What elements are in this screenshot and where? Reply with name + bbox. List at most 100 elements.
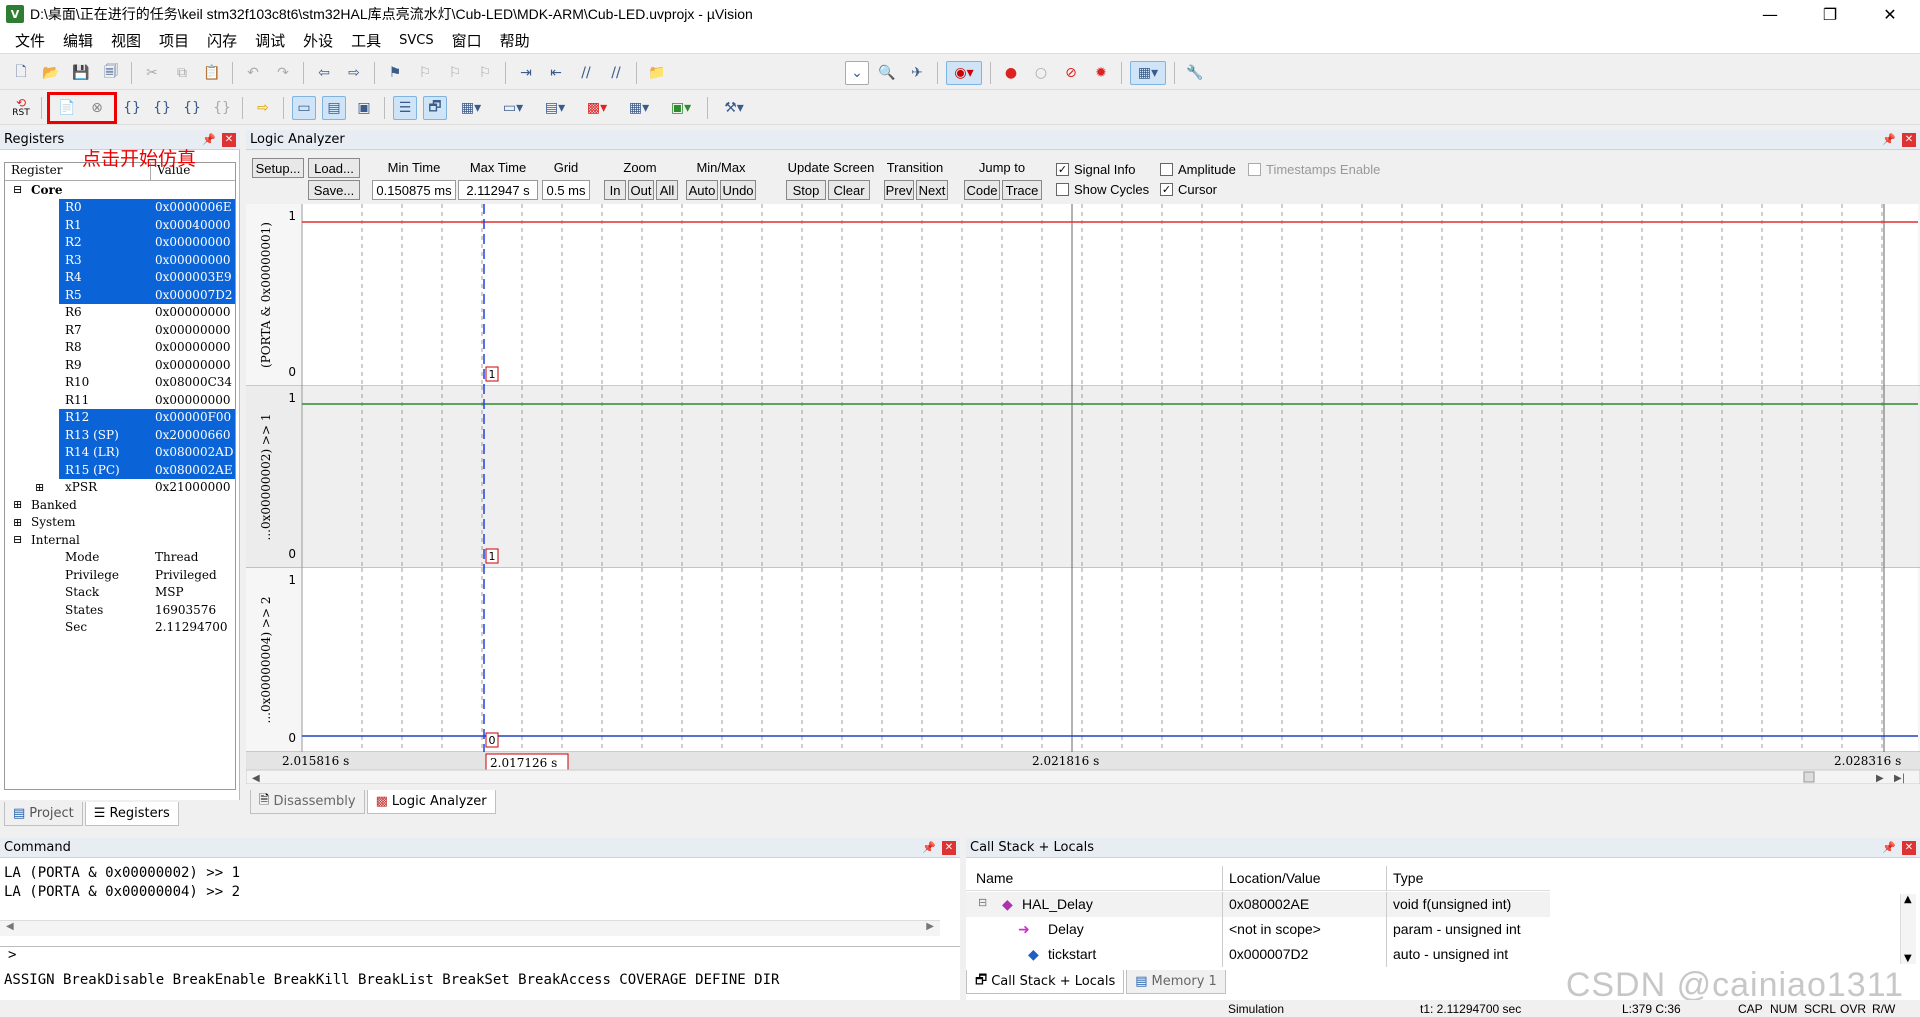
- nav-forward-icon[interactable]: ⇨: [342, 61, 366, 85]
- redo-icon[interactable]: ↷: [271, 61, 295, 85]
- tab-logic-analyzer[interactable]: ▩ Logic Analyzer: [366, 790, 496, 814]
- signal-info-checkbox[interactable]: ✓ Signal Info: [1056, 162, 1135, 177]
- save-icon[interactable]: 💾: [69, 61, 93, 85]
- cut-icon[interactable]: ✂: [140, 61, 164, 85]
- call-stack-scrollbar[interactable]: ▲ ▼: [1900, 894, 1916, 964]
- register-row[interactable]: R13 (SP) 0x20000660: [5, 426, 235, 444]
- register-row[interactable]: R12 0x00000F00: [5, 408, 235, 426]
- zoom-all-button[interactable]: All: [656, 180, 678, 200]
- system-viewer-icon[interactable]: ▣▾: [663, 96, 699, 120]
- watch-window-icon[interactable]: ▦▾: [453, 96, 489, 120]
- find-icon[interactable]: 🔍: [875, 61, 899, 85]
- memory-window-icon[interactable]: ▭▾: [495, 96, 531, 120]
- table-row[interactable]: ◆ tickstart 0x000007D2 auto - unsigned i…: [966, 942, 1550, 967]
- symbols-window-icon[interactable]: ▣: [352, 96, 376, 120]
- transition-next-button[interactable]: Next: [916, 180, 948, 200]
- disable-all-breakpoints-icon[interactable]: ⊘: [1059, 61, 1083, 85]
- disable-breakpoint-icon[interactable]: ○: [1029, 61, 1053, 85]
- command-input[interactable]: >: [0, 946, 960, 966]
- show-next-statement-icon[interactable]: ⇨: [251, 96, 275, 120]
- register-row[interactable]: R3 0x00000000: [5, 251, 235, 269]
- pin-icon[interactable]: 📌: [922, 841, 936, 854]
- update-stop-button[interactable]: Stop: [786, 180, 826, 200]
- bookmark-next-icon[interactable]: ⚐: [443, 61, 467, 85]
- bookmark-icon[interactable]: ⚑: [383, 61, 407, 85]
- register-row[interactable]: R11 0x00000000: [5, 391, 235, 409]
- name-column-header[interactable]: Name: [976, 870, 1013, 886]
- indent-icon[interactable]: ⇥: [514, 61, 538, 85]
- comment-icon[interactable]: //: [574, 61, 598, 85]
- menu-svcs[interactable]: SVCS: [390, 33, 442, 48]
- register-row[interactable]: R5 0x000007D2: [5, 286, 235, 304]
- nav-back-icon[interactable]: ⇦: [312, 61, 336, 85]
- menu-flash[interactable]: 闪存: [198, 30, 246, 51]
- location-column-header[interactable]: Location/Value: [1222, 866, 1321, 891]
- menu-tools[interactable]: 工具: [342, 30, 390, 51]
- close-icon[interactable]: ✕: [222, 132, 236, 147]
- register-group-row[interactable]: ⊟ Internal: [5, 531, 235, 549]
- maximize-button[interactable]: ❐: [1800, 0, 1860, 28]
- register-row[interactable]: Stack MSP: [5, 584, 235, 602]
- find-in-files-icon[interactable]: 📁: [645, 61, 669, 85]
- register-row[interactable]: R10 0x08000C34: [5, 374, 235, 392]
- register-row[interactable]: R0 0x0000006E: [5, 198, 235, 216]
- register-row[interactable]: Privilege Privileged: [5, 566, 235, 584]
- step-out-icon[interactable]: {}: [180, 96, 204, 120]
- scroll-up-icon[interactable]: ▲: [1904, 894, 1912, 905]
- collapse-icon[interactable]: ⊟: [13, 183, 22, 196]
- tab-disassembly[interactable]: 🗎 Disassembly: [250, 790, 365, 814]
- jump-trace-button[interactable]: Trace: [1002, 180, 1042, 200]
- uncomment-icon[interactable]: //: [604, 61, 628, 85]
- register-row[interactable]: States 16903576: [5, 601, 235, 619]
- menu-help[interactable]: 帮助: [491, 30, 539, 51]
- collapse-icon[interactable]: ⊟: [978, 896, 987, 909]
- transition-prev-button[interactable]: Prev: [884, 180, 914, 200]
- register-group-row[interactable]: ⊞ System: [5, 514, 235, 532]
- register-row[interactable]: R2 0x00000000: [5, 233, 235, 251]
- minimize-button[interactable]: —: [1740, 0, 1800, 28]
- call-stack-window-icon[interactable]: 🗗: [423, 95, 447, 120]
- cursor-checkbox[interactable]: ✓ Cursor: [1160, 182, 1217, 197]
- pin-icon[interactable]: 📌: [1882, 133, 1896, 146]
- debug-session-icon[interactable]: ◉▾: [946, 60, 982, 85]
- stop-icon[interactable]: ⊗: [85, 96, 109, 120]
- tab-call-stack[interactable]: 🗗 Call Stack + Locals: [966, 970, 1125, 994]
- command-window-icon[interactable]: ▭: [292, 95, 316, 120]
- menu-file[interactable]: 文件: [6, 30, 54, 51]
- target-dropdown-chevron-icon[interactable]: ⌄: [845, 60, 869, 85]
- minmax-auto-button[interactable]: Auto: [686, 180, 718, 200]
- window-layout-icon[interactable]: ▦▾: [1130, 60, 1166, 85]
- register-row[interactable]: R15 (PC) 0x080002AE: [5, 461, 235, 479]
- register-row[interactable]: Mode Thread: [5, 549, 235, 567]
- menu-view[interactable]: 视图: [102, 30, 150, 51]
- menu-debug[interactable]: 调试: [246, 30, 294, 51]
- undo-icon[interactable]: ↶: [241, 61, 265, 85]
- toolbox-icon[interactable]: ⚒▾: [716, 96, 752, 120]
- save-all-icon[interactable]: 🗐: [99, 61, 123, 85]
- step-into-icon[interactable]: {}: [120, 96, 144, 120]
- type-column-header[interactable]: Type: [1386, 866, 1423, 891]
- menu-peripherals[interactable]: 外设: [294, 30, 342, 51]
- copy-icon[interactable]: ⧉: [170, 61, 194, 85]
- zoom-out-button[interactable]: Out: [628, 180, 654, 200]
- table-row[interactable]: ➜ Delay <not in scope> param - unsigned …: [966, 917, 1550, 942]
- save-button[interactable]: Save...: [308, 180, 360, 200]
- menu-project[interactable]: 项目: [150, 30, 198, 51]
- register-row[interactable]: R1 0x00040000: [5, 216, 235, 234]
- collapse-icon[interactable]: ⊟: [13, 533, 22, 546]
- pin-icon[interactable]: 📌: [202, 133, 216, 146]
- update-clear-button[interactable]: Clear: [828, 180, 870, 200]
- breakpoint-icon[interactable]: ●: [999, 61, 1023, 85]
- paste-icon[interactable]: 📋: [200, 61, 224, 85]
- menu-edit[interactable]: 编辑: [54, 30, 102, 51]
- run-to-cursor-icon[interactable]: {}: [210, 96, 234, 120]
- bookmark-clear-icon[interactable]: ⚐: [473, 61, 497, 85]
- serial-window-icon[interactable]: ▤▾: [537, 96, 573, 120]
- register-row[interactable]: Sec 2.11294700: [5, 619, 235, 637]
- tab-registers[interactable]: ☰ Registers: [84, 802, 179, 826]
- bookmark-prev-icon[interactable]: ⚐: [413, 61, 437, 85]
- waveform-area[interactable]: (PORTA & 0x00000001) 1 0 1 ...0x00000002) >>…: [246, 204, 1920, 784]
- new-file-icon[interactable]: 🗋: [9, 61, 33, 85]
- table-row[interactable]: ⊟ ◆ HAL_Delay 0x080002AE void f(unsigned…: [966, 892, 1550, 917]
- register-group-row[interactable]: ⊞ Banked: [5, 496, 235, 514]
